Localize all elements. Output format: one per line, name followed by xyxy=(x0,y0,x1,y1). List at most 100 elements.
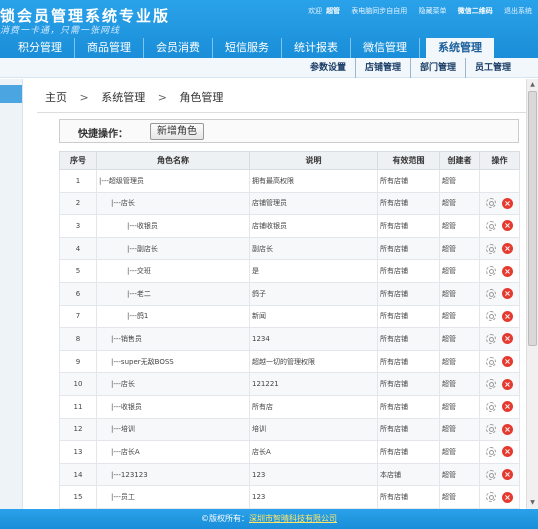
settings-icon[interactable] xyxy=(486,266,496,277)
hide-menu-link[interactable]: 隐藏菜单 xyxy=(419,7,447,15)
left-sidebar xyxy=(0,79,23,509)
subnav-departments[interactable]: 部门管理 xyxy=(411,58,466,78)
row-actions: × xyxy=(479,236,520,261)
delete-icon[interactable]: × xyxy=(502,288,513,300)
settings-icon[interactable] xyxy=(486,492,496,503)
row-actions: × xyxy=(479,394,520,419)
settings-icon[interactable] xyxy=(486,424,496,435)
role-creator: 超管 xyxy=(439,236,480,261)
table-row: 11 |---收银员 所有店 所有店铺 超管 × xyxy=(59,394,520,419)
logout-link[interactable]: 退出系统 xyxy=(504,7,532,15)
col-header-name: 角色名称 xyxy=(96,151,250,170)
breadcrumb-separator: > xyxy=(79,91,89,104)
settings-icon[interactable] xyxy=(486,379,496,390)
delete-icon[interactable]: × xyxy=(502,356,513,368)
subnav-params[interactable]: 参数设置 xyxy=(301,58,356,78)
role-scope: 所有店铺 xyxy=(377,281,440,306)
role-scope: 所有店铺 xyxy=(377,349,440,374)
breadcrumb-home[interactable]: 主页 xyxy=(45,91,67,104)
settings-icon[interactable] xyxy=(486,469,496,480)
role-name: |---super无敌BOSS xyxy=(96,349,250,374)
settings-icon[interactable] xyxy=(486,401,496,412)
scroll-up-icon[interactable]: ▲ xyxy=(527,80,538,90)
role-desc: 培训 xyxy=(249,417,378,442)
role-creator: 超管 xyxy=(439,191,480,216)
row-no: 11 xyxy=(59,394,97,419)
delete-icon[interactable]: × xyxy=(502,197,513,209)
sub-nav: 参数设置 店铺管理 部门管理 员工管理 xyxy=(0,58,538,78)
role-desc: 超越一切的管理权限 xyxy=(249,349,378,374)
nav-products[interactable]: 商品管理 xyxy=(75,38,144,58)
divider xyxy=(37,112,526,113)
table-row: 13 |---店长A 店长A 所有店铺 超管 × xyxy=(59,440,520,464)
col-header-ops: 操作 xyxy=(479,151,520,170)
role-scope: 所有店铺 xyxy=(377,236,440,261)
sidebar-toggle[interactable] xyxy=(0,85,22,103)
row-no: 13 xyxy=(59,440,97,464)
row-no: 10 xyxy=(59,372,97,396)
role-creator: 超管 xyxy=(439,349,480,374)
role-desc: 拥有最高权限 xyxy=(249,169,378,193)
vertical-scrollbar[interactable]: ▲ ▼ xyxy=(526,79,538,509)
role-scope: 所有店铺 xyxy=(377,304,440,329)
nav-sms[interactable]: 短信服务 xyxy=(213,38,282,58)
delete-icon[interactable]: × xyxy=(502,220,513,232)
row-no: 9 xyxy=(59,349,97,374)
breadcrumb-separator: > xyxy=(157,91,167,104)
settings-icon[interactable] xyxy=(486,198,496,209)
subnav-stores[interactable]: 店铺管理 xyxy=(356,58,411,78)
row-actions: × xyxy=(479,462,520,487)
settings-icon[interactable] xyxy=(486,446,496,457)
nav-wechat[interactable]: 微信管理 xyxy=(351,38,420,58)
role-desc: 123 xyxy=(249,485,378,509)
settings-icon[interactable] xyxy=(486,220,496,231)
breadcrumb-system[interactable]: 系统管理 xyxy=(101,91,145,104)
row-actions: × xyxy=(479,349,520,374)
delete-icon[interactable]: × xyxy=(502,243,513,255)
main-content: 主页 > 系统管理 > 角色管理 快捷操作： 新增角色 序号 角色名称 说明 有… xyxy=(31,79,526,509)
nav-system[interactable]: 系统管理 xyxy=(426,38,494,58)
subnav-staff[interactable]: 员工管理 xyxy=(466,58,520,78)
role-desc: 店铺收银员 xyxy=(249,214,378,238)
delete-icon[interactable]: × xyxy=(502,446,513,458)
delete-icon[interactable]: × xyxy=(502,401,513,413)
settings-icon[interactable] xyxy=(486,243,496,254)
settings-icon[interactable] xyxy=(486,288,496,299)
settings-icon[interactable] xyxy=(486,333,496,344)
settings-icon[interactable] xyxy=(486,356,496,367)
row-no: 1 xyxy=(59,169,97,193)
table-row: 6 |---老二 鸽子 所有店铺 超管 × xyxy=(59,281,520,306)
row-no: 6 xyxy=(59,281,97,306)
breadcrumb-current: 角色管理 xyxy=(179,91,224,104)
nav-reports[interactable]: 统计报表 xyxy=(282,38,351,58)
delete-icon[interactable]: × xyxy=(502,378,513,390)
delete-icon[interactable]: × xyxy=(502,423,513,435)
scroll-down-icon[interactable]: ▼ xyxy=(527,498,538,508)
company-link[interactable]: 深圳市智晴科技有限公司 xyxy=(249,514,337,523)
nav-points[interactable]: 积分管理 xyxy=(0,38,75,58)
sync-link[interactable]: 表电脑同步自自用 xyxy=(351,7,407,15)
scrollbar-thumb[interactable] xyxy=(528,91,537,346)
role-name: |---鸽1 xyxy=(96,304,250,329)
main-nav: 积分管理 商品管理 会员消费 短信服务 统计报表 微信管理 系统管理 xyxy=(0,38,494,58)
row-actions: × xyxy=(479,485,520,509)
delete-icon[interactable]: × xyxy=(502,469,513,481)
table-row: 14 |---123123 123 本店铺 超管 × xyxy=(59,462,520,487)
nav-member-consume[interactable]: 会员消费 xyxy=(144,38,213,58)
wechat-qr-link[interactable]: 微信二维码 xyxy=(458,7,493,15)
row-actions: × xyxy=(479,417,520,442)
row-actions: × xyxy=(479,372,520,396)
add-role-button[interactable]: 新增角色 xyxy=(150,123,204,140)
role-scope: 所有店铺 xyxy=(377,485,440,509)
role-name: |---员工 xyxy=(96,485,250,509)
role-name: |---副店长 xyxy=(96,236,250,261)
delete-icon[interactable]: × xyxy=(502,265,513,277)
delete-icon[interactable]: × xyxy=(502,310,513,322)
delete-icon[interactable]: × xyxy=(502,491,513,503)
role-creator: 超管 xyxy=(439,281,480,306)
delete-icon[interactable]: × xyxy=(502,333,513,345)
role-desc: 所有店 xyxy=(249,394,378,419)
settings-icon[interactable] xyxy=(486,311,496,322)
row-no: 7 xyxy=(59,304,97,329)
row-no: 3 xyxy=(59,214,97,238)
